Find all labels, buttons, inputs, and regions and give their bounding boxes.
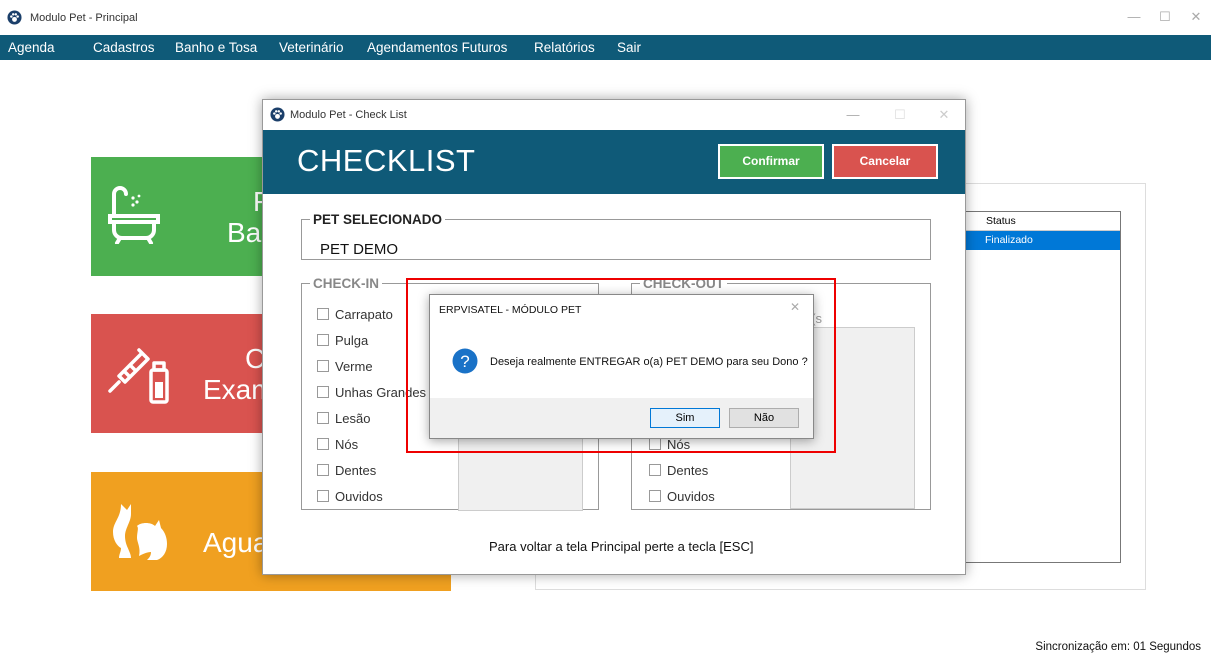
checkin-checkbox-lesao[interactable]: Lesão [317, 411, 370, 426]
menu-bar: Agenda Cadastros Banho e Tosa Veterinári… [0, 35, 1211, 60]
pet-selected-group: PET SELECIONADO PET DEMO [301, 212, 931, 260]
maximize-button[interactable]: ☐ [1156, 8, 1174, 26]
checklist-title-bar: Modulo Pet - Check List — ☐ ✕ [263, 100, 965, 130]
checkbox-label: Nós [335, 437, 359, 452]
grid-header-status: Status [986, 215, 1016, 227]
vaccine-bottle-icon [108, 348, 169, 404]
checkbox-box[interactable] [317, 490, 329, 502]
checkbox-box[interactable] [649, 490, 661, 502]
maximize-button[interactable]: ☐ [891, 106, 909, 124]
highlight-box [406, 278, 836, 453]
pet-selected-legend: PET SELECIONADO [313, 212, 443, 227]
checkin-checkbox-pulga[interactable]: Pulga [317, 333, 368, 348]
checkout-checkbox-ouvidos[interactable]: Ouvidos [649, 489, 715, 504]
menu-item-agendamentos-futuros[interactable]: Agendamentos Futuros [367, 40, 507, 55]
checklist-window-title: Modulo Pet - Check List [290, 109, 407, 121]
cancel-button[interactable]: Cancelar [832, 144, 938, 179]
table-row[interactable]: Finalizado [964, 231, 1120, 250]
checkbox-label: Dentes [667, 463, 709, 478]
checkin-checkbox-ouvidos[interactable]: Ouvidos [317, 489, 383, 504]
checkout-checkbox-dentes[interactable]: Dentes [649, 463, 708, 478]
checkbox-label: Verme [335, 359, 373, 374]
minimize-button[interactable]: — [844, 106, 862, 124]
pets-icon [113, 504, 167, 560]
checkbox-box[interactable] [317, 464, 329, 476]
checkin-checkbox-verme[interactable]: Verme [317, 359, 373, 374]
window-title: Modulo Pet - Principal [30, 12, 138, 24]
confirm-button[interactable]: Confirmar [718, 144, 824, 179]
close-button[interactable]: ✕ [1187, 8, 1205, 26]
checkbox-label: Carrapato [335, 307, 393, 322]
checkbox-box[interactable] [317, 438, 329, 450]
checkbox-label: Lesão [335, 411, 371, 426]
checkbox-box[interactable] [317, 334, 329, 346]
checkin-checkbox-nos[interactable]: Nós [317, 437, 358, 452]
grid-header[interactable]: Status [964, 212, 1120, 231]
checkin-checkbox-carrapato[interactable]: Carrapato [317, 307, 393, 322]
checkbox-label: Ouvidos [335, 489, 383, 504]
checkbox-box[interactable] [317, 386, 329, 398]
status-grid[interactable] [963, 211, 1121, 563]
menu-item-banho-tosa[interactable]: Banho e Tosa [175, 40, 257, 55]
esc-hint: Para voltar a tela Principal perte a tec… [489, 539, 754, 554]
checkbox-box[interactable] [317, 412, 329, 424]
checkin-legend: CHECK-IN [313, 276, 379, 291]
menu-item-veterinario[interactable]: Veterinário [279, 40, 344, 55]
main-title-bar: Modulo Pet - Principal — ☐ ✕ [0, 0, 1211, 34]
checklist-header: CHECKLIST Confirmar Cancelar [263, 130, 965, 194]
checkbox-label: Ouvidos [667, 489, 715, 504]
checkbox-box[interactable] [317, 308, 329, 320]
grid-cell-status: Finalizado [985, 234, 1033, 246]
tile-title-line2: Ba [227, 217, 262, 248]
bathtub-icon [108, 186, 160, 244]
checkbox-box[interactable] [649, 464, 661, 476]
menu-item-sair[interactable]: Sair [617, 40, 641, 55]
checkbox-label: Pulga [335, 333, 369, 348]
menu-item-cadastros[interactable]: Cadastros [93, 40, 155, 55]
sync-status: Sincronização em: 01 Segundos [1035, 641, 1201, 653]
paw-logo-icon [7, 10, 22, 25]
paw-logo-icon [270, 107, 285, 122]
pet-selected-value: PET DEMO [320, 241, 399, 258]
minimize-button[interactable]: — [1125, 8, 1143, 26]
tile-title-line1: Agua [203, 527, 269, 558]
checkbox-box[interactable] [317, 360, 329, 372]
checkbox-label: Dentes [335, 463, 377, 478]
checkin-checkbox-dentes[interactable]: Dentes [317, 463, 376, 478]
menu-item-agenda[interactable]: Agenda [8, 40, 55, 55]
menu-item-relatorios[interactable]: Relatórios [534, 40, 595, 55]
checklist-heading: CHECKLIST [297, 143, 476, 178]
close-button[interactable]: ✕ [935, 106, 953, 124]
